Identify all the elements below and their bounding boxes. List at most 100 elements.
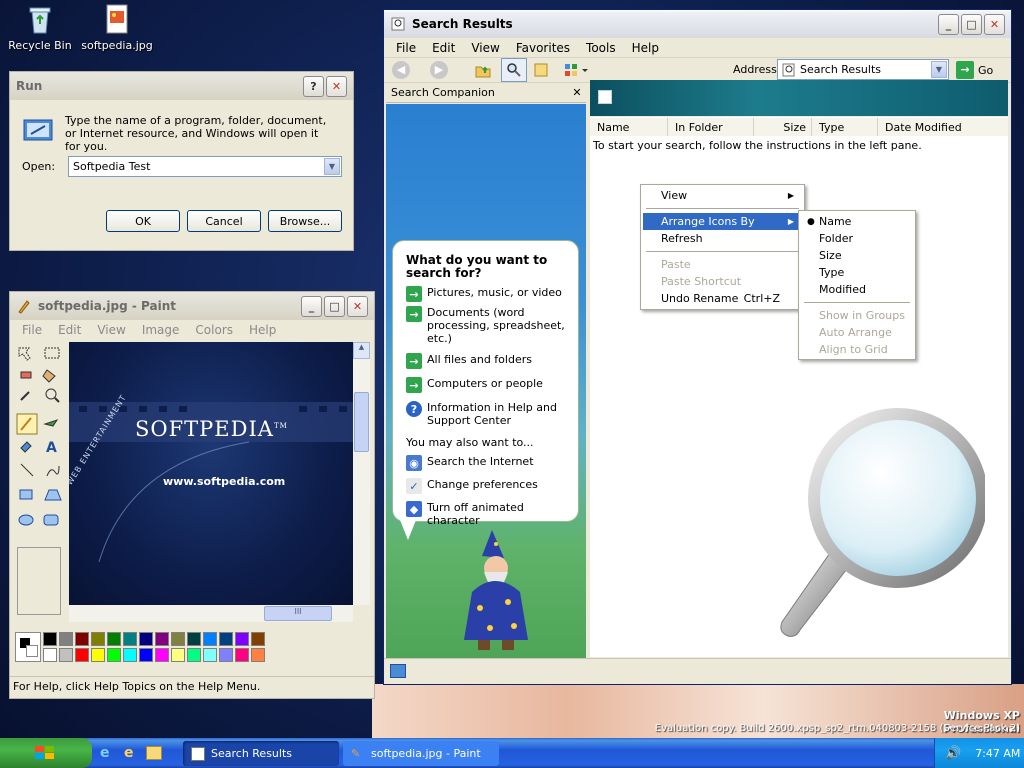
arrange-modified[interactable]: Modified xyxy=(801,281,913,298)
option-documents[interactable]: → Documents (word processing, spreadsheet… xyxy=(406,306,570,345)
forward-icon[interactable]: ▶ xyxy=(430,61,448,79)
color-swatch[interactable] xyxy=(91,632,105,646)
color-swatch[interactable] xyxy=(219,632,233,646)
option-pictures[interactable]: → Pictures, music, or video xyxy=(406,286,570,302)
desktop-icon-softpedia-jpg[interactable]: softpedia.jpg xyxy=(77,3,157,52)
color-swatch[interactable] xyxy=(59,648,73,662)
close-icon[interactable]: ✕ xyxy=(568,86,586,99)
volume-icon[interactable]: 🔊 xyxy=(945,746,961,761)
color-swatch[interactable] xyxy=(155,648,169,662)
paint-canvas[interactable]: SOFTPEDIATM www.softpedia.com WEB ENTERT… xyxy=(69,342,353,605)
color-swatch[interactable] xyxy=(43,648,57,662)
arrange-name[interactable]: ● Name xyxy=(801,213,913,230)
start-button[interactable] xyxy=(0,738,92,768)
column-size[interactable]: Size xyxy=(754,118,812,136)
color-swatch[interactable] xyxy=(203,648,217,662)
column-in-folder[interactable]: In Folder xyxy=(668,118,754,136)
option-change-preferences[interactable]: ✓ Change preferences xyxy=(406,478,570,494)
menu-colors[interactable]: Colors xyxy=(187,323,241,337)
back-icon[interactable]: ◀ xyxy=(392,61,410,79)
ok-button[interactable]: OK xyxy=(106,210,180,232)
column-date-modified[interactable]: Date Modified xyxy=(878,118,1008,136)
context-refresh[interactable]: Refresh xyxy=(643,230,802,247)
desktop-icon-recycle-bin[interactable]: Recycle Bin xyxy=(0,3,80,52)
folders-icon[interactable] xyxy=(533,62,549,78)
color-swatch[interactable] xyxy=(171,632,185,646)
search-icon[interactable] xyxy=(501,58,527,82)
arrange-type[interactable]: Type xyxy=(801,264,913,281)
views-icon[interactable] xyxy=(564,62,590,78)
context-arrange-icons-by[interactable]: Arrange Icons By ▶ xyxy=(643,213,802,230)
arrange-folder[interactable]: Folder xyxy=(801,230,913,247)
scroll-thumb-h[interactable]: III xyxy=(264,606,332,621)
color-swatch[interactable] xyxy=(171,648,185,662)
taskbar-search-results[interactable]: Search Results xyxy=(183,741,339,766)
run-titlebar[interactable]: Run ? ✕ xyxy=(10,72,353,100)
color-swatch[interactable] xyxy=(251,648,265,662)
menu-file[interactable]: File xyxy=(14,323,50,337)
color-palette[interactable] xyxy=(43,632,273,662)
color-swatch[interactable] xyxy=(219,648,233,662)
arrange-size[interactable]: Size xyxy=(801,247,913,264)
search-titlebar[interactable]: Search Results _ □ ✕ xyxy=(384,10,1011,38)
context-view[interactable]: View ▶ xyxy=(643,187,802,204)
color-swatch[interactable] xyxy=(139,648,153,662)
close-button[interactable]: ✕ xyxy=(347,295,368,317)
cancel-button[interactable]: Cancel xyxy=(187,210,261,232)
scroll-up-icon[interactable]: ▲ xyxy=(353,342,370,359)
color-swatch[interactable] xyxy=(235,648,249,662)
menu-file[interactable]: File xyxy=(388,41,424,55)
quicklaunch-ie-icon[interactable]: e xyxy=(100,745,116,761)
option-turn-off-character[interactable]: ◆ Turn off animated character xyxy=(406,501,570,527)
close-button[interactable]: ✕ xyxy=(326,75,347,97)
browse-button[interactable]: Browse... xyxy=(268,210,342,232)
color-swatch[interactable] xyxy=(59,632,73,646)
color-swatch[interactable] xyxy=(123,648,137,662)
tool-icons[interactable]: A xyxy=(13,342,65,542)
help-button[interactable]: ? xyxy=(303,75,324,97)
current-colors[interactable] xyxy=(15,632,41,662)
taskbar-paint[interactable]: ✎ softpedia.jpg - Paint xyxy=(343,741,499,766)
open-combobox[interactable]: Softpedia Test ▼ xyxy=(68,156,342,177)
horizontal-scrollbar[interactable]: III xyxy=(69,605,353,622)
chevron-down-icon[interactable]: ▼ xyxy=(324,158,340,175)
minimize-button[interactable]: _ xyxy=(301,295,322,317)
maximize-button[interactable]: □ xyxy=(961,13,982,35)
minimize-button[interactable]: _ xyxy=(938,13,959,35)
menu-edit[interactable]: Edit xyxy=(50,323,89,337)
option-all-files[interactable]: → All files and folders xyxy=(406,353,570,369)
menu-help[interactable]: Help xyxy=(624,41,667,55)
paint-titlebar[interactable]: softpedia.jpg - Paint _ □ ✕ xyxy=(10,292,374,320)
wizard-character-icon[interactable] xyxy=(450,530,540,658)
menu-image[interactable]: Image xyxy=(134,323,188,337)
color-swatch[interactable] xyxy=(91,648,105,662)
close-button[interactable]: ✕ xyxy=(984,13,1005,35)
color-swatch[interactable] xyxy=(235,632,249,646)
chevron-down-icon[interactable]: ▼ xyxy=(931,61,947,78)
address-bar[interactable]: Search Results ▼ xyxy=(777,59,949,80)
option-search-internet[interactable]: ◉ Search the Internet xyxy=(406,455,570,471)
color-swatch[interactable] xyxy=(123,632,137,646)
color-swatch[interactable] xyxy=(155,632,169,646)
go-button[interactable]: → Go xyxy=(956,60,1000,80)
color-swatch[interactable] xyxy=(75,648,89,662)
quicklaunch-browser-icon[interactable]: e xyxy=(124,745,140,761)
context-undo-rename[interactable]: Undo Rename Ctrl+Z xyxy=(643,290,802,307)
color-swatch[interactable] xyxy=(107,632,121,646)
tool-options[interactable] xyxy=(17,547,61,615)
option-computers[interactable]: → Computers or people xyxy=(406,377,570,393)
clock[interactable]: 7:47 AM xyxy=(975,747,1020,760)
menu-favorites[interactable]: Favorites xyxy=(508,41,578,55)
color-swatch[interactable] xyxy=(187,648,201,662)
color-swatch[interactable] xyxy=(187,632,201,646)
up-folder-icon[interactable] xyxy=(474,61,492,79)
color-swatch[interactable] xyxy=(43,632,57,646)
scroll-thumb[interactable] xyxy=(354,392,369,452)
vertical-scrollbar[interactable]: ▲ xyxy=(353,342,370,605)
color-swatch[interactable] xyxy=(107,648,121,662)
maximize-button[interactable]: □ xyxy=(324,295,345,317)
color-swatch[interactable] xyxy=(139,632,153,646)
menu-help[interactable]: Help xyxy=(241,323,284,337)
menu-edit[interactable]: Edit xyxy=(424,41,463,55)
color-swatch[interactable] xyxy=(203,632,217,646)
